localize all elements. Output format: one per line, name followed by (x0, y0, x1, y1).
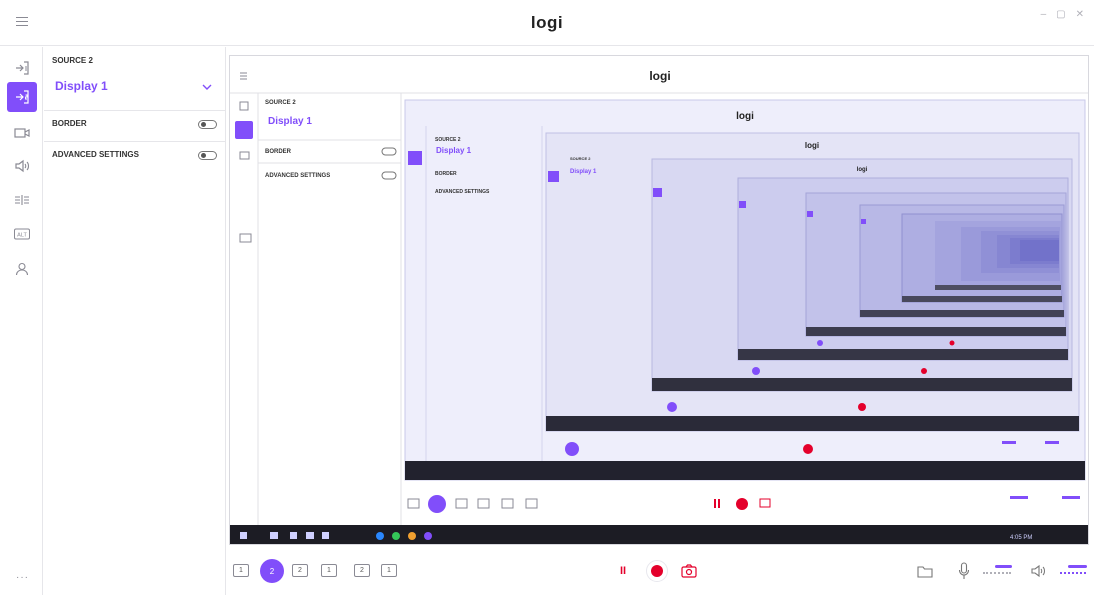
speaker-button[interactable] (1030, 563, 1048, 579)
sidebar-item-account[interactable] (8, 255, 35, 282)
microphone-level-meter (983, 572, 1011, 574)
divider (44, 141, 226, 142)
sidebar-item-alt[interactable]: ALT (8, 220, 35, 247)
sidebar-rail: ALT ··· (0, 47, 43, 595)
layout-pip-2-button[interactable]: 2 (292, 564, 308, 577)
recursive-preview-image: logi SOURCE 2 Display 1 BORDER ADVANCED … (230, 69, 1088, 544)
layout-2-label: 2 (269, 566, 275, 576)
pause-button[interactable]: II (616, 563, 630, 579)
border-toggle[interactable] (198, 120, 217, 129)
source-label: SOURCE 2 (52, 56, 93, 65)
svg-text:Display 1: Display 1 (436, 146, 472, 155)
logi-capture-window: logi – ▢ ✕ ALT ··· SOURCE 2 Display 1 BO… (0, 0, 1094, 595)
layout-split-1-button[interactable]: 1 (381, 564, 397, 577)
speaker-level-meter (1060, 572, 1086, 574)
sidebar-item-source-1[interactable] (8, 54, 35, 81)
layout-6-label: 1 (387, 567, 391, 574)
camera-icon (681, 564, 697, 578)
alt-icon: ALT (13, 228, 30, 239)
user-icon (15, 262, 28, 275)
sidebar-item-camera[interactable] (8, 119, 35, 146)
microphone-button[interactable] (958, 562, 970, 580)
svg-text:Display 1: Display 1 (268, 116, 312, 127)
app-logo: logi (530, 13, 564, 32)
settings-panel: SOURCE 2 Display 1 BORDER ADVANCED SETTI… (44, 47, 226, 595)
microphone-volume-slider[interactable] (983, 563, 1013, 577)
chevron-down-icon[interactable] (202, 83, 212, 91)
capture-preview: logi SOURCE 2 Display 1 BORDER ADVANCED … (229, 55, 1089, 545)
layout-1-label: 1 (239, 567, 243, 574)
layout-source-2-button[interactable]: 2 (260, 559, 284, 583)
maximize-button[interactable]: ▢ (1056, 9, 1065, 20)
sidebar-item-audio[interactable] (8, 152, 35, 179)
source-dropdown[interactable]: Display 1 (55, 79, 108, 93)
layout-3-label: 2 (298, 567, 302, 574)
svg-text:4:05 PM: 4:05 PM (1010, 535, 1032, 541)
microphone-slider-fill (995, 565, 1012, 568)
minimize-button[interactable]: – (1041, 9, 1047, 20)
svg-text:logi: logi (736, 111, 754, 122)
svg-text:SOURCE 2: SOURCE 2 (435, 137, 461, 143)
sidebar-item-source-2[interactable] (7, 82, 37, 112)
svg-text:Display 1: Display 1 (570, 169, 597, 175)
advanced-settings-toggle[interactable] (198, 151, 217, 160)
svg-text:logi: logi (857, 167, 868, 173)
divider (44, 110, 226, 111)
more-icon[interactable]: ··· (16, 572, 29, 583)
layout-single-button[interactable]: 1 (233, 564, 249, 577)
advanced-settings-label: ADVANCED SETTINGS (52, 150, 139, 159)
microphone-icon (958, 562, 970, 579)
record-button[interactable] (646, 560, 668, 582)
close-button[interactable]: ✕ (1076, 9, 1084, 20)
svg-text:ADVANCED SETTINGS: ADVANCED SETTINGS (435, 189, 490, 195)
layout-5-label: 2 (360, 567, 364, 574)
svg-text:ADVANCED SETTINGS: ADVANCED SETTINGS (265, 173, 330, 179)
window-controls: – ▢ ✕ (1041, 9, 1084, 20)
sidebar-item-transitions[interactable] (8, 186, 35, 213)
speaker-icon (14, 159, 29, 172)
border-label: BORDER (52, 119, 87, 128)
bottom-toolbar: 1 2 2 1 2 1 II (44, 547, 1094, 595)
svg-text:logi: logi (649, 69, 670, 83)
speaker-slider-fill (1068, 565, 1087, 568)
layout-pip-1-button[interactable]: 1 (321, 564, 337, 577)
svg-text:SOURCE 2: SOURCE 2 (265, 100, 296, 106)
speaker-icon (1031, 564, 1045, 578)
input-1-icon (15, 60, 29, 75)
folder-button[interactable] (917, 565, 933, 578)
svg-text:SOURCE 2: SOURCE 2 (570, 156, 591, 161)
layout-split-2-button[interactable]: 2 (354, 564, 370, 577)
folder-icon (917, 566, 933, 578)
svg-text:logi: logi (805, 141, 819, 150)
input-2-icon (16, 90, 29, 104)
screenshot-button[interactable] (681, 564, 697, 578)
svg-text:BORDER: BORDER (435, 171, 457, 177)
title-bar: logi – ▢ ✕ (0, 0, 1094, 46)
transitions-icon (14, 194, 29, 205)
speaker-volume-slider[interactable] (1058, 563, 1088, 577)
camera-icon (13, 127, 30, 138)
svg-text:BORDER: BORDER (265, 149, 292, 155)
layout-4-label: 1 (327, 567, 331, 574)
alt-icon-label: ALT (17, 232, 27, 238)
record-icon (651, 565, 663, 577)
